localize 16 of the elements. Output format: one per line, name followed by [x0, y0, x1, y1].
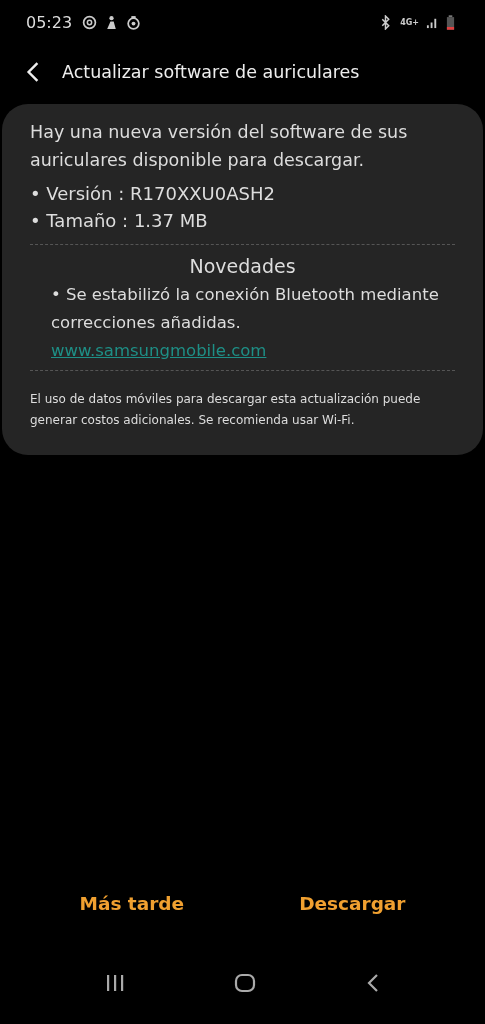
- detail-line: • Tamaño : 1.37 MB: [30, 209, 209, 233]
- action-button[interactable]: Descargar: [291, 889, 414, 918]
- recent-apps-icon[interactable]: [104, 974, 125, 992]
- back-icon[interactable]: [366, 973, 381, 993]
- intro-text: Hay una nueva versión del software de sus auriculares disponible para descargar.: [30, 121, 409, 172]
- network-type: 4G+: [400, 17, 419, 27]
- home-icon[interactable]: [234, 973, 257, 993]
- news-item: • Se estabilizó la conexión Bluetooth mediante correcciones añadidas.: [50, 284, 440, 334]
- action-button[interactable]: Más tarde: [71, 889, 193, 918]
- status-time: 05:23: [26, 12, 73, 32]
- website-link[interactable]: www.samsungmobile.com: [51, 341, 267, 360]
- section-title: Novedades: [188, 255, 297, 277]
- page-title: Actualizar software de auriculares: [62, 62, 360, 82]
- data-usage-note: El uso de datos móviles para descargar esta actualización puede generar costos adicionales. Se recomienda usar Wi-Fi.: [30, 391, 422, 429]
- battery-icon: [446, 14, 455, 30]
- detail-line: • Versión : R170XXU0ASH2: [30, 182, 276, 206]
